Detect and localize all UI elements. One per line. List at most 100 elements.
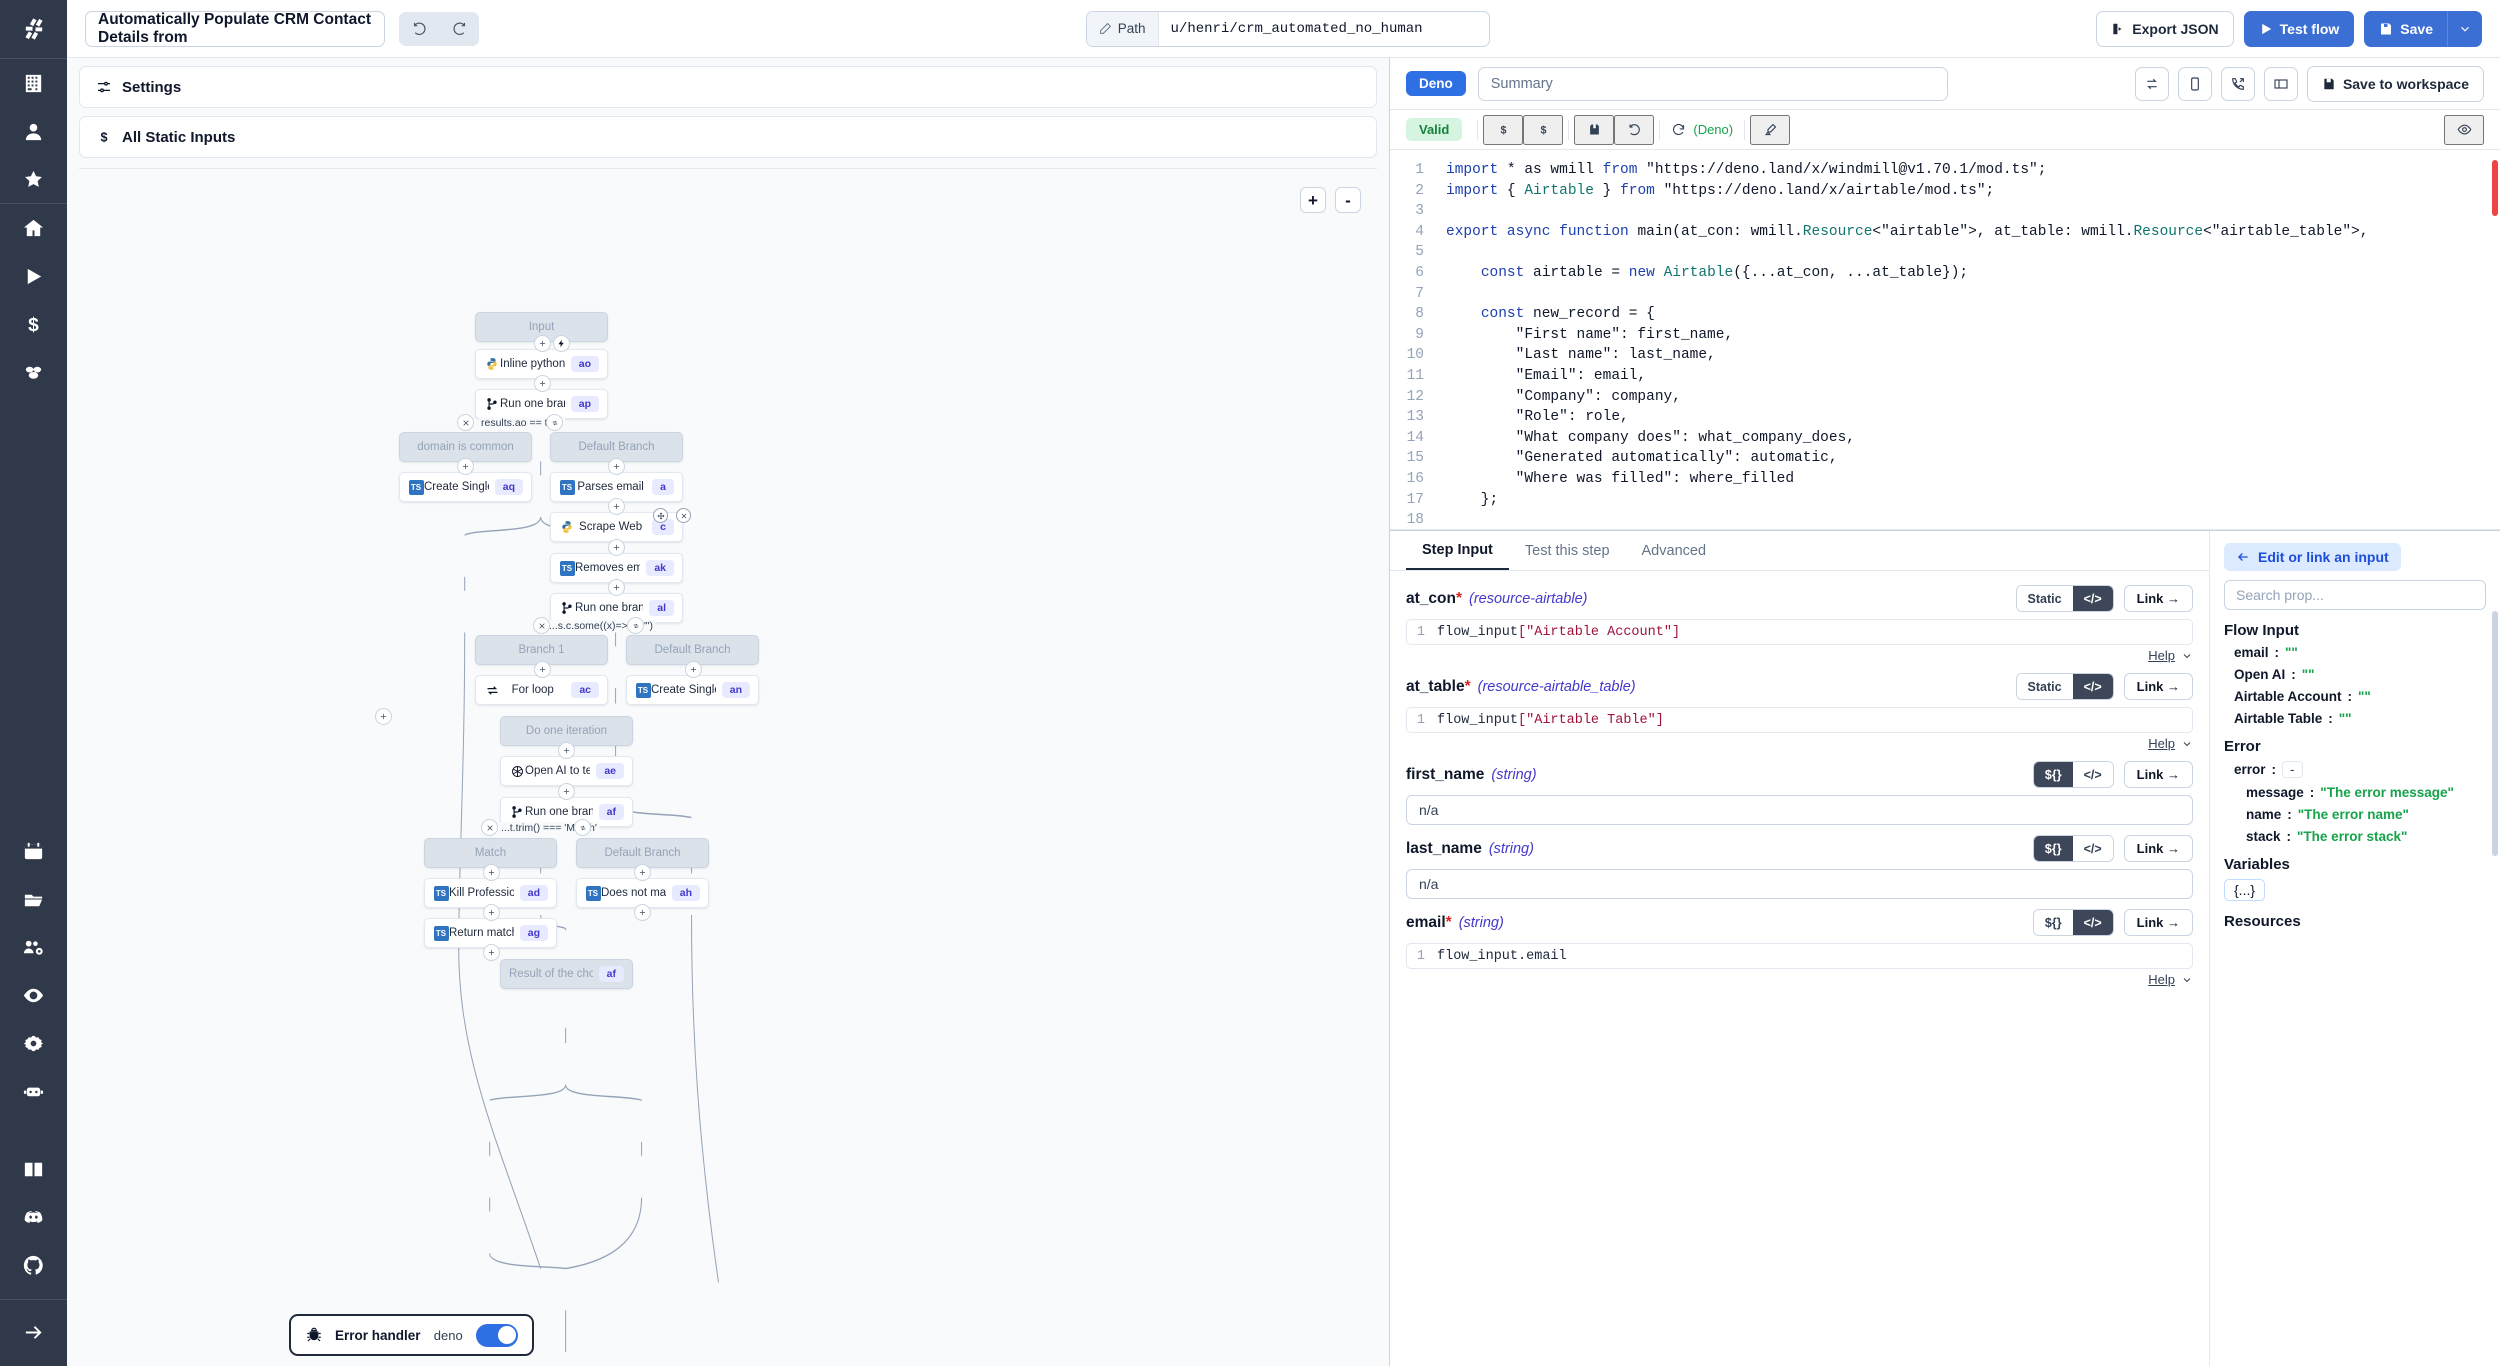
sidebar-item-schedules[interactable]	[0, 827, 67, 875]
props-object-placeholder[interactable]: {...}	[2224, 879, 2265, 901]
arg-link-button[interactable]: Link →	[2124, 761, 2193, 788]
sidebar-item-runs[interactable]	[0, 252, 67, 300]
arg-mode-toggle[interactable]: ${}</>	[2033, 909, 2114, 936]
flow-node-aq[interactable]: TSCreate Single Record (Airtable)aq	[399, 472, 532, 502]
reset-button[interactable]	[1614, 115, 1654, 145]
arg-code-editor[interactable]: 1flow_input["Airtable Table"]	[1406, 707, 2193, 733]
arg-link-button[interactable]: Link →	[2124, 835, 2193, 862]
props-row[interactable]: Airtable Table:""	[2234, 711, 2486, 726]
sidebar-item-workspace[interactable]	[0, 59, 67, 107]
sidebar-item-folders[interactable]	[0, 875, 67, 923]
arg-mode-toggle[interactable]: ${}</>	[2033, 835, 2114, 862]
sidebar-item-discord[interactable]	[0, 1193, 67, 1241]
add-step-button[interactable]	[608, 539, 625, 556]
code-editor[interactable]: 12345678910111213141516171819202122 impo…	[1390, 150, 2500, 530]
arg-mode-static[interactable]: Static	[2017, 586, 2073, 611]
props-row[interactable]: Airtable Account:""	[2234, 689, 2486, 704]
error-handler-bar[interactable]: Error handler deno	[289, 1314, 534, 1356]
edit-or-link-input-button[interactable]: Edit or link an input	[2224, 543, 2401, 571]
sidebar-item-favorites[interactable]	[0, 155, 67, 203]
add-step-button[interactable]	[534, 661, 551, 678]
arg-mode-static[interactable]: ${}	[2034, 910, 2073, 935]
arg-text-input[interactable]: n/a	[1406, 795, 2193, 825]
arg-mode-code[interactable]: </>	[2073, 674, 2113, 699]
resources-button[interactable]: $	[1523, 115, 1563, 145]
phone-button[interactable]	[2221, 67, 2255, 101]
preview-button[interactable]	[2444, 115, 2484, 145]
add-step-button[interactable]	[375, 708, 392, 725]
path-field[interactable]: Path u/henri/crm_automated_no_human	[1086, 11, 1490, 47]
error-handler-toggle[interactable]	[476, 1324, 518, 1347]
add-step-button[interactable]	[534, 375, 551, 392]
save-button[interactable]: Save	[2364, 11, 2448, 47]
branch-settings-button[interactable]	[546, 414, 563, 431]
tab-test-this-step[interactable]: Test this step	[1509, 531, 1626, 570]
arg-code-editor[interactable]: 1flow_input["Airtable Account"]	[1406, 619, 2193, 645]
windmill-logo-icon[interactable]	[0, 0, 67, 58]
sidebar-item-variables[interactable]: $	[0, 300, 67, 348]
branch-settings-button[interactable]	[574, 819, 591, 836]
static-inputs-accordion[interactable]: $ All Static Inputs	[79, 116, 1377, 158]
add-step-button[interactable]	[685, 661, 702, 678]
add-step-button[interactable]	[558, 783, 575, 800]
sidebar-item-resources[interactable]	[0, 348, 67, 396]
flow-node-ae[interactable]: Open AI to tell if relevant resultae	[500, 756, 633, 786]
save-dropdown-button[interactable]	[2448, 11, 2482, 47]
zoom-in-button[interactable]: +	[1300, 187, 1326, 213]
redo-button[interactable]	[439, 12, 479, 46]
path-value[interactable]: u/henri/crm_automated_no_human	[1159, 21, 1489, 37]
runtime-indicator[interactable]: (Deno)	[1665, 122, 1739, 137]
arg-mode-toggle[interactable]: Static</>	[2016, 585, 2114, 612]
sidebar-item-settings[interactable]	[0, 1019, 67, 1067]
branch-settings-button[interactable]	[627, 617, 644, 634]
flow-node-an[interactable]: TSCreate Single Record (Airtable)an	[626, 675, 759, 705]
props-row[interactable]: Open AI:""	[2234, 667, 2486, 682]
arg-mode-code[interactable]: </>	[2073, 762, 2113, 787]
arg-mode-static[interactable]: Static	[2017, 674, 2073, 699]
zoom-out-button[interactable]: -	[1335, 187, 1361, 213]
move-node-button[interactable]	[653, 508, 668, 523]
arg-code-editor[interactable]: 1flow_input.email	[1406, 943, 2193, 969]
add-step-button[interactable]	[558, 742, 575, 759]
test-flow-button[interactable]: Test flow	[2244, 11, 2355, 47]
sidebar-item-account[interactable]	[0, 107, 67, 155]
mobile-preview-button[interactable]	[2178, 67, 2212, 101]
sidebar-item-expand[interactable]	[0, 1308, 67, 1356]
export-json-button[interactable]: Export JSON	[2096, 11, 2233, 47]
swap-icon-button[interactable]	[2135, 67, 2169, 101]
add-step-button[interactable]	[534, 335, 551, 352]
sidebar-item-github[interactable]	[0, 1241, 67, 1289]
props-row[interactable]: message:"The error message"	[2246, 785, 2486, 800]
arg-link-button[interactable]: Link →	[2124, 585, 2193, 612]
sidebar-item-docs[interactable]	[0, 1145, 67, 1193]
flow-node-al[interactable]: Run one branchal	[550, 593, 683, 623]
arg-mode-toggle[interactable]: ${}</>	[2033, 761, 2114, 788]
arg-mode-code[interactable]: </>	[2073, 910, 2113, 935]
package-button[interactable]	[1574, 115, 1614, 145]
tab-advanced[interactable]: Advanced	[1626, 531, 1723, 570]
sidebar-item-audit-logs[interactable]	[0, 971, 67, 1019]
variables-button[interactable]: $	[1483, 115, 1523, 145]
flow-node-ap[interactable]: Run one branchap	[475, 389, 608, 419]
arg-help[interactable]: Help	[1406, 648, 2193, 663]
sidebar-item-groups[interactable]	[0, 923, 67, 971]
props-row[interactable]: name:"The error name"	[2246, 807, 2486, 822]
props-row[interactable]: stack:"The error stack"	[2246, 829, 2486, 844]
save-to-workspace-button[interactable]: Save to workspace	[2307, 66, 2484, 102]
search-prop-input[interactable]: Search prop...	[2224, 580, 2486, 610]
props-scrollbar[interactable]	[2492, 611, 2498, 856]
flow-node-afres[interactable]: Result of the chosen branchaf	[500, 959, 633, 989]
remove-branch-button[interactable]	[481, 819, 498, 836]
arg-mode-code[interactable]: </>	[2073, 586, 2113, 611]
layout-button[interactable]	[2264, 67, 2298, 101]
trigger-bolt-icon[interactable]	[553, 335, 570, 352]
arg-text-input[interactable]: n/a	[1406, 869, 2193, 899]
arg-mode-static[interactable]: ${}	[2034, 762, 2073, 787]
remove-branch-button[interactable]	[533, 617, 550, 634]
flow-graph-canvas[interactable]: + -	[79, 168, 1377, 1366]
arg-help[interactable]: Help	[1406, 972, 2193, 987]
arg-mode-toggle[interactable]: Static</>	[2016, 673, 2114, 700]
remove-branch-button[interactable]	[457, 414, 474, 431]
arg-link-button[interactable]: Link →	[2124, 909, 2193, 936]
add-step-button[interactable]	[634, 864, 651, 881]
